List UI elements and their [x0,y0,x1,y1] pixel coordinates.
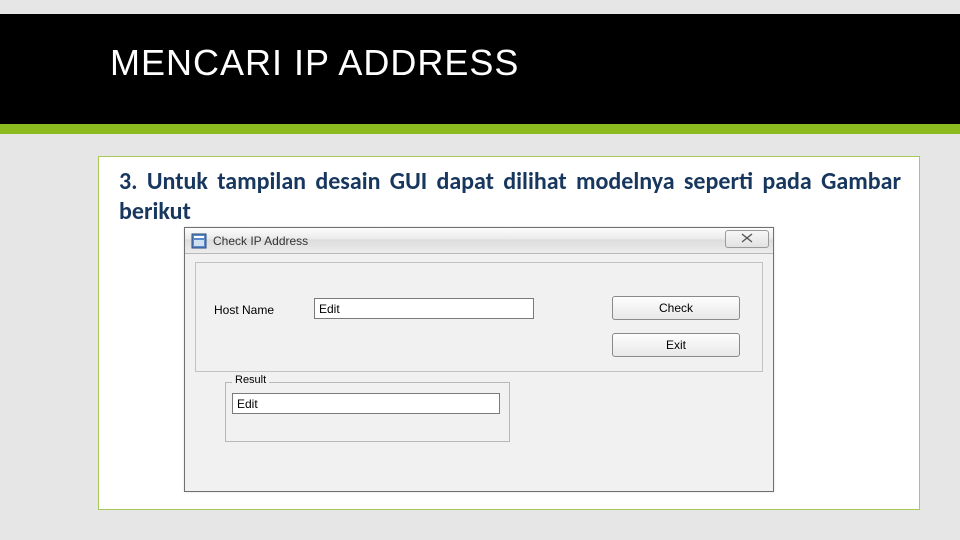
result-groupbox: Result [225,382,510,442]
exit-button[interactable]: Exit [612,333,740,357]
header-band: MENCARI IP ADDRESS [0,14,960,134]
client-area: Host Name Check Exit Result [185,254,773,491]
titlebar: Check IP Address [185,228,773,254]
window-title: Check IP Address [213,234,308,248]
result-input[interactable] [232,393,500,414]
host-name-input[interactable] [314,298,534,319]
app-window: Check IP Address Host Name Check Exit Re… [184,227,774,492]
input-groupbox: Host Name Check Exit [195,262,763,372]
content-card: 3. Untuk tampilan desain GUI dapat dilih… [98,156,920,510]
result-legend: Result [232,374,269,386]
host-name-label: Host Name [214,303,274,317]
app-icon [191,233,207,249]
step-text: 3. Untuk tampilan desain GUI dapat dilih… [119,167,901,227]
close-button[interactable] [725,230,769,248]
page-title: MENCARI IP ADDRESS [110,42,519,84]
check-button[interactable]: Check [612,296,740,320]
close-icon [741,230,753,248]
